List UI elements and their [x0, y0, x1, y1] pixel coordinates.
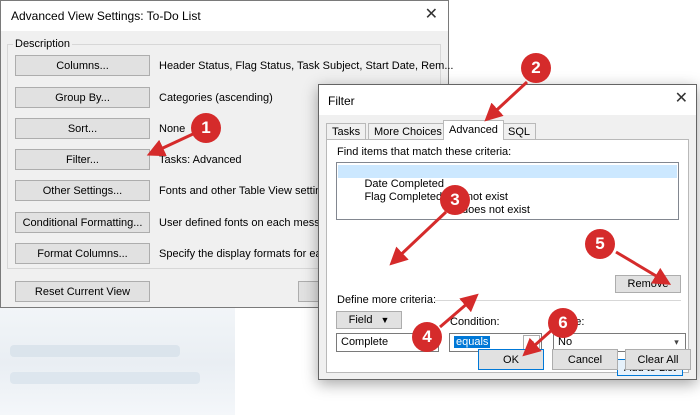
annotation-badge-4: 4: [412, 322, 442, 352]
annotation-badge-1: 1: [191, 113, 221, 143]
arrow-5: [615, 250, 672, 285]
arrow-2: [484, 80, 529, 122]
annotation-badge-5: 5: [585, 229, 615, 259]
annotation-badge-6: 6: [548, 308, 578, 338]
annotation-arrows: [146, 80, 672, 357]
arrow-4: [439, 293, 479, 329]
arrow-1: [146, 132, 194, 157]
annotation-badge-3: 3: [440, 185, 470, 215]
arrow-6: [522, 327, 554, 357]
annotation-badge-2: 2: [521, 53, 551, 83]
arrow-3: [389, 210, 448, 266]
